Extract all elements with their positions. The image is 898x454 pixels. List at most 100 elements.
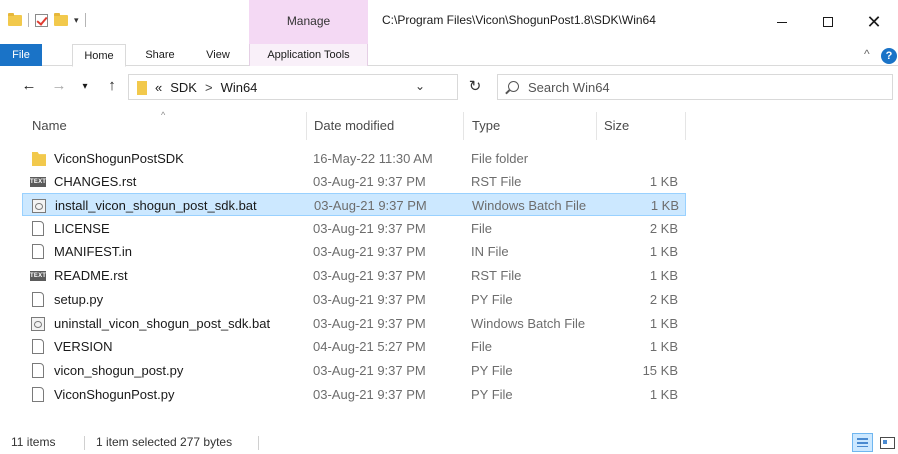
close-button[interactable]: ✕ [851,8,897,36]
ribbon-tab-bar: File Home Share View Application Tools ^… [0,44,898,67]
large-icons-view-icon[interactable] [877,434,896,451]
file-date: 04-Aug-21 5:27 PM [313,339,426,354]
column-headers: ^ Name Date modified Type Size [0,110,898,142]
column-divider[interactable] [596,112,597,140]
file-size: 1 KB [649,316,678,331]
refresh-icon[interactable]: ↻ [462,74,488,100]
folder-icon [8,12,22,26]
file-row[interactable]: ViconShogunPost.py 03-Aug-21 9:37 PM PY … [22,383,686,406]
folder-icon [32,152,46,166]
file-date: 03-Aug-21 9:37 PM [313,292,426,307]
maximize-button[interactable] [805,8,851,36]
tab-application-tools[interactable]: Application Tools [249,44,368,66]
column-divider[interactable] [685,112,686,140]
file-type: IN File [471,244,509,259]
details-view-icon[interactable] [852,433,873,452]
address-dropdown-icon[interactable]: ⌄ [415,79,425,93]
manage-header: Manage [286,14,331,28]
file-row[interactable]: LICENSE 03-Aug-21 9:37 PM File 2 KB [22,217,686,240]
file-date: 03-Aug-21 9:37 PM [313,387,426,402]
minimize-button[interactable] [759,8,805,36]
back-arrow-icon[interactable]: ← [20,77,38,94]
file-type: RST File [471,268,522,283]
file-name: MANIFEST.in [54,244,133,259]
up-arrow-icon[interactable]: ↑ [103,77,121,94]
file-type: PY File [471,292,513,307]
customize-toolbar-dropdown-icon[interactable]: ▾ [74,15,79,26]
address-bar[interactable]: « SDK > Win64 ⌄ [128,74,458,100]
breadcrumb-separator-icon[interactable]: > [205,80,213,95]
tab-file[interactable]: File [0,44,42,66]
help-icon[interactable]: ? [881,48,897,64]
column-header-name[interactable]: Name [32,110,67,142]
breadcrumb-overflow[interactable]: « [155,80,162,95]
breadcrumb-item-sdk[interactable]: SDK [170,80,197,95]
file-row[interactable]: ViconShogunPostSDK 16-May-22 11:30 AM Fi… [22,147,686,170]
column-header-type[interactable]: Type [472,110,500,142]
file-date: 03-Aug-21 9:37 PM [313,363,426,378]
tab-view[interactable]: View [196,44,240,66]
properties-check-icon[interactable] [35,13,48,27]
file-size: 2 KB [649,292,678,307]
search-box[interactable] [497,74,893,100]
file-size: 1 KB [649,387,678,402]
file-size: 1 KB [649,244,678,259]
file-type: RST File [471,174,522,189]
forward-arrow-icon[interactable]: → [50,77,68,94]
batch-file-icon [32,199,46,213]
status-divider [84,436,85,450]
text-file-icon: TEXT [30,177,47,187]
file-row[interactable]: vicon_shogun_post.py 03-Aug-21 9:37 PM P… [22,359,686,382]
tab-home[interactable]: Home [72,44,126,67]
file-type: Windows Batch File [472,198,587,213]
file-row[interactable]: TEXT README.rst 03-Aug-21 9:37 PM RST Fi… [22,264,686,287]
title-bar: ▾ Manage C:\Program Files\Vicon\ShogunPo… [0,0,898,44]
toolbar-divider [28,13,29,27]
status-divider [258,436,259,450]
file-type: File [471,221,492,236]
file-size: 1 KB [649,339,678,354]
expand-ribbon-icon[interactable]: ^ [864,47,870,61]
maximize-icon [823,17,833,27]
column-header-date-modified[interactable]: Date modified [314,110,394,142]
breadcrumb: « SDK > Win64 [155,80,257,95]
file-type: File [471,339,492,354]
selection-info: 1 item selected 277 bytes [96,435,233,449]
column-divider[interactable] [306,112,307,140]
file-size [602,147,678,170]
search-input[interactable] [528,79,868,96]
file-row[interactable]: VERSION 04-Aug-21 5:27 PM File 1 KB [22,335,686,358]
minimize-icon [777,21,787,23]
file-type: PY File [471,363,513,378]
file-name: uninstall_vicon_shogun_post_sdk.bat [54,316,271,331]
recent-locations-icon[interactable]: ▾ [76,81,94,92]
file-icon [32,292,44,307]
folder-icon [137,81,147,95]
file-date: 03-Aug-21 9:37 PM [313,174,426,189]
window-title: C:\Program Files\Vicon\ShogunPost1.8\SDK… [382,13,656,27]
file-size: 15 KB [642,363,678,378]
batch-file-icon [31,317,45,331]
status-bar: 11 items 1 item selected 277 bytes [0,432,898,454]
file-size: 2 KB [649,221,678,236]
file-row[interactable]: uninstall_vicon_shogun_post_sdk.bat 03-A… [22,312,686,335]
file-icon [32,244,44,259]
file-row[interactable]: TEXT CHANGES.rst 03-Aug-21 9:37 PM RST F… [22,170,686,193]
file-icon [32,221,44,236]
new-folder-icon[interactable] [54,12,68,26]
file-row[interactable]: setup.py 03-Aug-21 9:37 PM PY File 2 KB [22,288,686,311]
column-header-size[interactable]: Size [604,110,629,142]
tab-share[interactable]: Share [138,44,182,66]
file-name: README.rst [54,268,128,283]
file-icon [32,363,44,378]
file-type: Windows Batch File [471,316,586,331]
file-name: setup.py [54,292,104,307]
breadcrumb-item-win64[interactable]: Win64 [221,80,258,95]
file-date: 03-Aug-21 9:37 PM [313,244,426,259]
file-size: 1 KB [649,268,678,283]
file-date: 03-Aug-21 9:37 PM [313,316,426,331]
file-row[interactable]: MANIFEST.in 03-Aug-21 9:37 PM IN File 1 … [22,240,686,263]
file-size: 1 KB [649,174,678,189]
file-row-selected[interactable]: install_vicon_shogun_post_sdk.bat 03-Aug… [22,193,686,216]
column-divider[interactable] [463,112,464,140]
